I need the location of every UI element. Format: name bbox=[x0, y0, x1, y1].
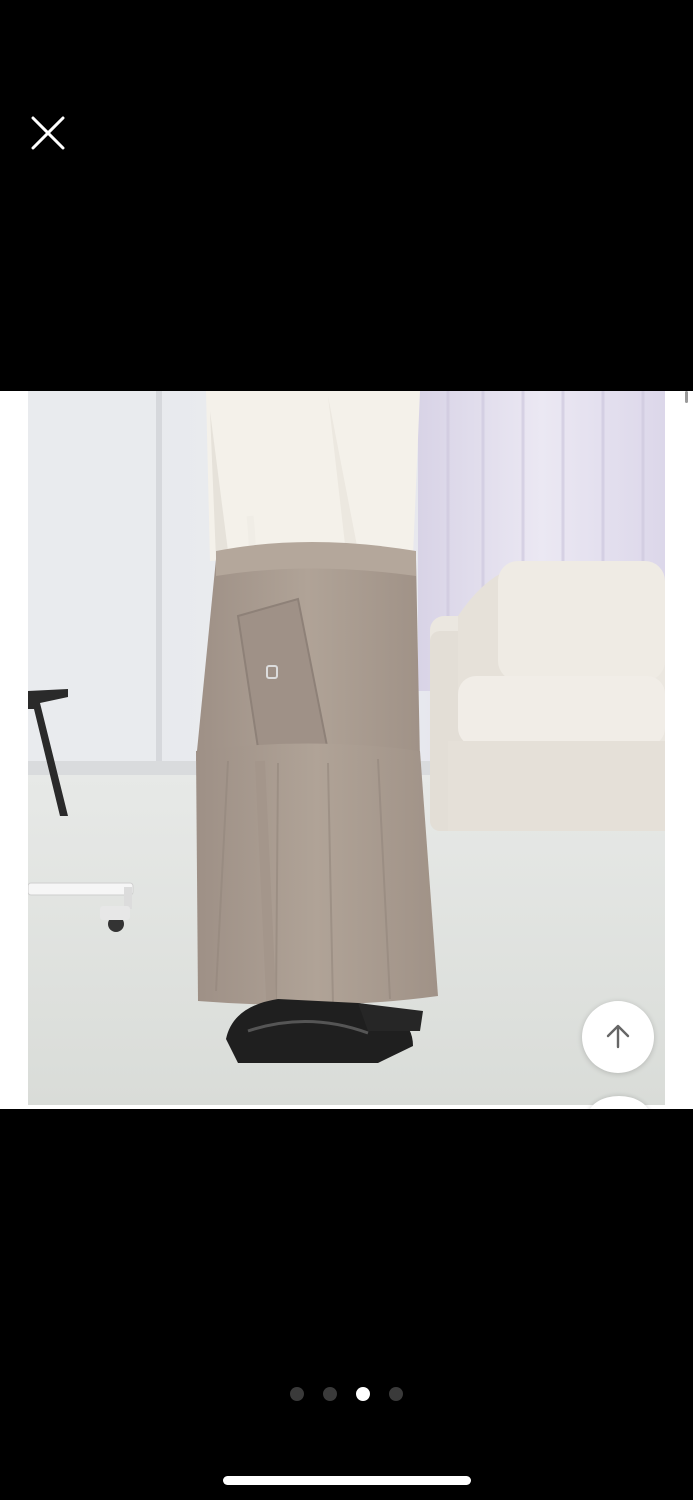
close-icon bbox=[31, 116, 65, 150]
home-indicator[interactable] bbox=[223, 1476, 471, 1485]
page-dot-3-active[interactable] bbox=[356, 1387, 370, 1401]
close-button[interactable] bbox=[28, 113, 68, 153]
product-photo bbox=[28, 391, 665, 1105]
page-dot-1[interactable] bbox=[290, 1387, 304, 1401]
arrow-up-icon bbox=[606, 1024, 630, 1049]
scroll-indicator[interactable] bbox=[685, 391, 688, 403]
image-viewer[interactable] bbox=[0, 391, 693, 1109]
page-indicator bbox=[0, 1387, 693, 1401]
page-dot-4[interactable] bbox=[389, 1387, 403, 1401]
page-dot-2[interactable] bbox=[323, 1387, 337, 1401]
scroll-to-top-button[interactable] bbox=[582, 1001, 654, 1073]
